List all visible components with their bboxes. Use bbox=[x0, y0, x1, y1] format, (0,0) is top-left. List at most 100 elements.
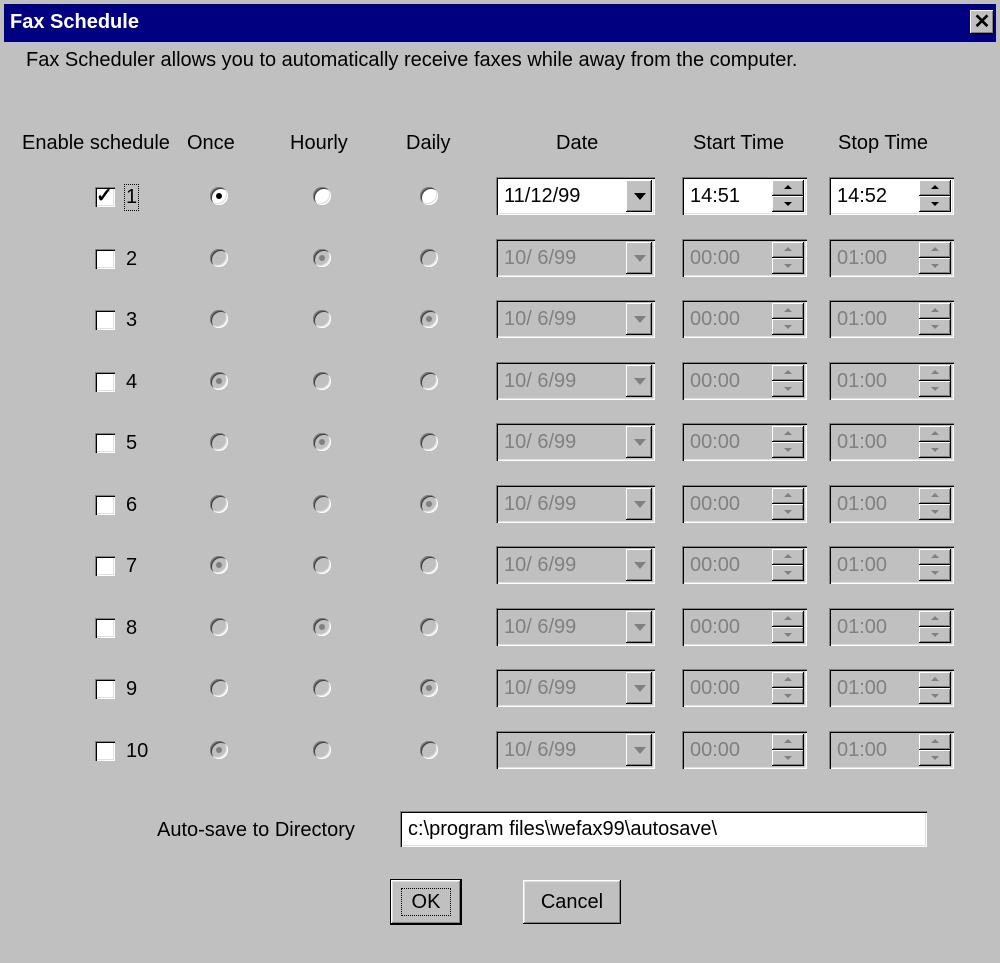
radio-daily[interactable] bbox=[420, 249, 438, 267]
enable-checkbox[interactable] bbox=[95, 618, 115, 638]
spin-up-button[interactable] bbox=[772, 426, 804, 442]
spin-down-button[interactable] bbox=[919, 442, 951, 458]
spin-up-button[interactable] bbox=[772, 488, 804, 504]
spin-up-button[interactable] bbox=[919, 365, 951, 381]
start-time-spinner[interactable]: 00:00 bbox=[682, 362, 807, 400]
start-time-spinner[interactable]: 00:00 bbox=[682, 300, 807, 338]
radio-daily[interactable] bbox=[420, 187, 438, 205]
radio-hourly[interactable] bbox=[313, 433, 331, 451]
start-time-spinner[interactable]: 00:00 bbox=[682, 731, 807, 769]
spin-down-button[interactable] bbox=[772, 319, 804, 335]
spin-up-button[interactable] bbox=[772, 180, 804, 196]
radio-once[interactable] bbox=[210, 187, 228, 205]
enable-checkbox[interactable] bbox=[95, 556, 115, 576]
radio-hourly[interactable] bbox=[313, 618, 331, 636]
spin-up-button[interactable] bbox=[919, 734, 951, 750]
spin-down-button[interactable] bbox=[919, 688, 951, 704]
spin-up-button[interactable] bbox=[919, 242, 951, 258]
spin-down-button[interactable] bbox=[772, 627, 804, 643]
spin-up-button[interactable] bbox=[772, 549, 804, 565]
spin-up-button[interactable] bbox=[772, 734, 804, 750]
stop-time-spinner[interactable]: 01:00 bbox=[829, 546, 954, 584]
spin-up-button[interactable] bbox=[772, 672, 804, 688]
date-dropdown[interactable]: 10/ 6/99 bbox=[496, 362, 655, 400]
spin-up-button[interactable] bbox=[919, 426, 951, 442]
stop-time-spinner[interactable]: 01:00 bbox=[829, 239, 954, 277]
date-dropdown[interactable]: 11/12/99 bbox=[496, 177, 655, 215]
title-bar[interactable]: Fax Schedule ✕ bbox=[4, 4, 996, 42]
radio-hourly[interactable] bbox=[313, 372, 331, 390]
spin-down-button[interactable] bbox=[772, 565, 804, 581]
date-dropdown[interactable]: 10/ 6/99 bbox=[496, 546, 655, 584]
date-dropdown[interactable]: 10/ 6/99 bbox=[496, 423, 655, 461]
start-time-spinner[interactable]: 00:00 bbox=[682, 423, 807, 461]
spin-up-button[interactable] bbox=[772, 242, 804, 258]
radio-once[interactable] bbox=[210, 310, 228, 328]
enable-checkbox[interactable] bbox=[95, 310, 115, 330]
spin-down-button[interactable] bbox=[772, 442, 804, 458]
spin-down-button[interactable] bbox=[919, 504, 951, 520]
cancel-button[interactable]: Cancel bbox=[523, 880, 621, 924]
radio-hourly[interactable] bbox=[313, 741, 331, 759]
radio-daily[interactable] bbox=[420, 495, 438, 513]
start-time-spinner[interactable]: 14:51 bbox=[682, 177, 807, 215]
date-dropdown[interactable]: 10/ 6/99 bbox=[496, 485, 655, 523]
radio-once[interactable] bbox=[210, 741, 228, 759]
dropdown-arrow-button[interactable] bbox=[626, 180, 652, 212]
spin-down-button[interactable] bbox=[919, 750, 951, 766]
spin-up-button[interactable] bbox=[772, 303, 804, 319]
stop-time-spinner[interactable]: 01:00 bbox=[829, 669, 954, 707]
spin-down-button[interactable] bbox=[772, 750, 804, 766]
enable-checkbox[interactable] bbox=[95, 495, 115, 515]
dropdown-arrow-button[interactable] bbox=[626, 242, 652, 274]
spin-up-button[interactable] bbox=[919, 549, 951, 565]
date-dropdown[interactable]: 10/ 6/99 bbox=[496, 239, 655, 277]
spin-down-button[interactable] bbox=[772, 381, 804, 397]
start-time-spinner[interactable]: 00:00 bbox=[682, 485, 807, 523]
spin-down-button[interactable] bbox=[919, 319, 951, 335]
radio-once[interactable] bbox=[210, 372, 228, 390]
start-time-spinner[interactable]: 00:00 bbox=[682, 669, 807, 707]
radio-daily[interactable] bbox=[420, 556, 438, 574]
enable-checkbox[interactable] bbox=[95, 679, 115, 699]
spin-down-button[interactable] bbox=[772, 258, 804, 274]
radio-once[interactable] bbox=[210, 249, 228, 267]
radio-hourly[interactable] bbox=[313, 310, 331, 328]
enable-checkbox[interactable] bbox=[95, 741, 115, 761]
radio-once[interactable] bbox=[210, 556, 228, 574]
dropdown-arrow-button[interactable] bbox=[626, 303, 652, 335]
spin-up-button[interactable] bbox=[919, 303, 951, 319]
radio-daily[interactable] bbox=[420, 310, 438, 328]
date-dropdown[interactable]: 10/ 6/99 bbox=[496, 300, 655, 338]
radio-hourly[interactable] bbox=[313, 187, 331, 205]
spin-down-button[interactable] bbox=[772, 688, 804, 704]
close-button[interactable]: ✕ bbox=[970, 10, 994, 34]
radio-once[interactable] bbox=[210, 618, 228, 636]
radio-hourly[interactable] bbox=[313, 679, 331, 697]
radio-hourly[interactable] bbox=[313, 495, 331, 513]
date-dropdown[interactable]: 10/ 6/99 bbox=[496, 731, 655, 769]
spin-down-button[interactable] bbox=[919, 627, 951, 643]
radio-daily[interactable] bbox=[420, 741, 438, 759]
dropdown-arrow-button[interactable] bbox=[626, 365, 652, 397]
radio-daily[interactable] bbox=[420, 679, 438, 697]
dropdown-arrow-button[interactable] bbox=[626, 611, 652, 643]
start-time-spinner[interactable]: 00:00 bbox=[682, 546, 807, 584]
spin-up-button[interactable] bbox=[919, 488, 951, 504]
spin-up-button[interactable] bbox=[919, 180, 951, 196]
radio-hourly[interactable] bbox=[313, 249, 331, 267]
enable-checkbox[interactable] bbox=[95, 433, 115, 453]
spin-up-button[interactable] bbox=[772, 365, 804, 381]
stop-time-spinner[interactable]: 01:00 bbox=[829, 362, 954, 400]
stop-time-spinner[interactable]: 01:00 bbox=[829, 485, 954, 523]
enable-checkbox[interactable]: ✓ bbox=[95, 185, 115, 207]
spin-down-button[interactable] bbox=[772, 504, 804, 520]
spin-up-button[interactable] bbox=[919, 672, 951, 688]
spin-down-button[interactable] bbox=[919, 258, 951, 274]
date-dropdown[interactable]: 10/ 6/99 bbox=[496, 608, 655, 646]
date-dropdown[interactable]: 10/ 6/99 bbox=[496, 669, 655, 707]
radio-once[interactable] bbox=[210, 433, 228, 451]
dropdown-arrow-button[interactable] bbox=[626, 672, 652, 704]
stop-time-spinner[interactable]: 14:52 bbox=[829, 177, 954, 215]
dropdown-arrow-button[interactable] bbox=[626, 488, 652, 520]
